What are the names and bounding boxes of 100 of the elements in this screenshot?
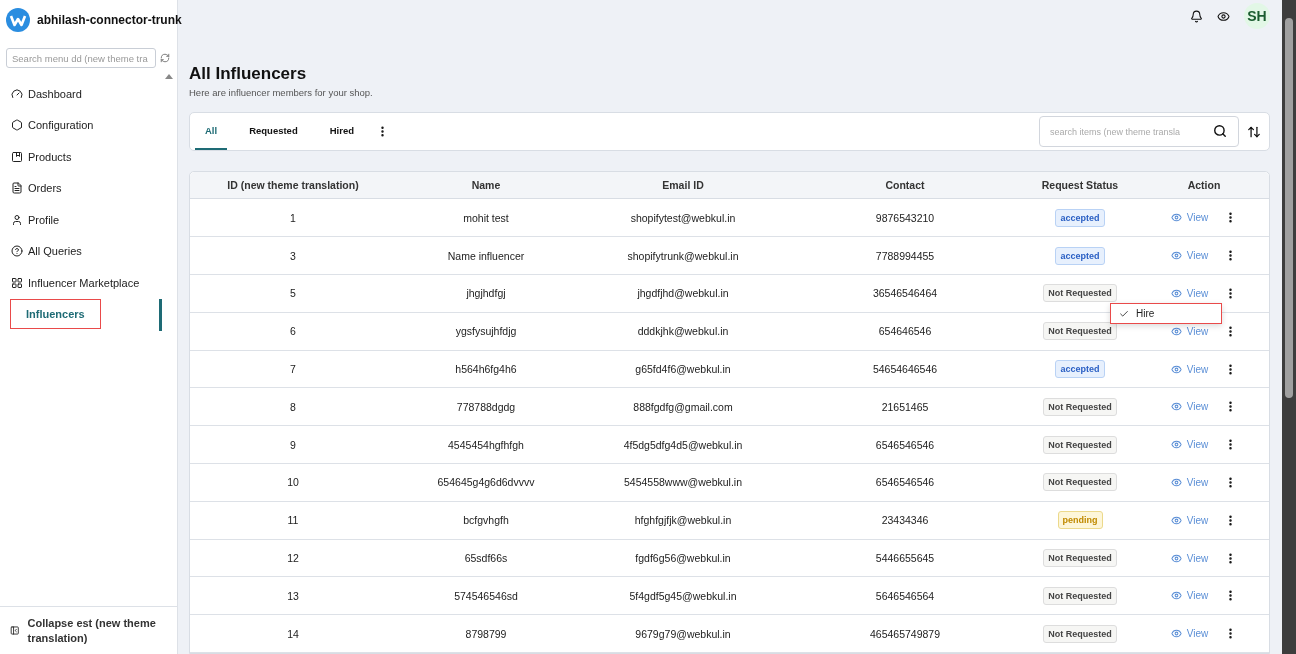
eye-icon: [1170, 552, 1182, 564]
table-cell-text: 7: [289, 362, 297, 377]
table-cell-text: 5454558www@webkul.in: [622, 475, 744, 491]
menu-search-field[interactable]: Search menu dd (new theme tra: [6, 48, 156, 68]
eye-icon: [1170, 628, 1182, 640]
app-title: abhilash-connector-trunk: [37, 13, 182, 27]
view-link[interactable]: View: [1170, 287, 1209, 299]
table-cell-text: fgdf6g56@webkul.in: [634, 551, 732, 566]
table-cell-text: 5646546564: [874, 588, 936, 604]
table-cell-text: 10: [286, 475, 300, 491]
check-icon: [1119, 308, 1129, 319]
logo-icon: [6, 8, 30, 32]
table-cell-text: 9: [289, 437, 297, 453]
table-cell-text: 6546546546: [874, 437, 936, 453]
menu-icon: [11, 276, 23, 289]
status-badge: Not Requested: [1043, 435, 1117, 454]
eye-icon: [1170, 476, 1182, 488]
column-header: Action: [1186, 178, 1222, 194]
eye-icon: [1170, 250, 1182, 262]
sidebar-item[interactable]: Influencer Marketplace: [0, 267, 177, 299]
eye-icon: [1170, 514, 1182, 526]
table-cell-text: shopifytrunk@webkul.in: [626, 248, 740, 264]
bell-icon[interactable]: [1190, 9, 1203, 23]
view-link[interactable]: View: [1170, 514, 1209, 526]
page-subtitle: Here are influencer members for your shop.: [189, 87, 374, 99]
table-cell-text: 65sdf66s: [463, 551, 509, 566]
collapse-label[interactable]: Collapse est (new theme translation): [27, 616, 167, 645]
user-avatar[interactable]: SH: [1244, 3, 1270, 30]
column-header: Contact: [884, 178, 926, 194]
sidebar-item[interactable]: Products: [0, 141, 177, 173]
table-cell-text: 7788994455: [874, 248, 936, 264]
tab[interactable]: All: [195, 113, 228, 151]
status-badge: pending: [1057, 511, 1103, 530]
table-cell-text: 4545454hgfhfgh: [447, 437, 525, 453]
eye-icon: [1170, 212, 1182, 224]
tab[interactable]: Requested: [239, 113, 308, 151]
table-cell-text: 888fgdfg@gmail.com: [632, 399, 734, 415]
sidebar-item[interactable]: Profile: [0, 204, 177, 236]
view-link[interactable]: View: [1170, 552, 1209, 564]
menu-item[interactable]: Hire: [1119, 308, 1155, 320]
menu-icon: [11, 213, 23, 226]
search-icon[interactable]: [1213, 124, 1227, 139]
table-cell-text: 654645g4g6d6dvvvv: [436, 475, 536, 491]
eye-icon: [1170, 287, 1182, 299]
table-cell-text: 11: [286, 513, 300, 529]
column-header: Name: [470, 178, 502, 194]
menu-icon: [11, 87, 23, 100]
scroll-up-icon[interactable]: [165, 74, 173, 79]
column-header: Email ID: [661, 178, 705, 194]
table-cell-text: jhgdfjhd@webkul.in: [636, 286, 730, 302]
status-badge: Not Requested: [1043, 322, 1117, 341]
status-badge: Not Requested: [1043, 549, 1117, 567]
sidebar-item[interactable]: Configuration: [0, 109, 177, 141]
menu-icon: [11, 119, 23, 132]
table-cell-text: 9876543210: [874, 210, 936, 226]
view-link[interactable]: View: [1170, 401, 1209, 413]
menu-icon: [11, 150, 23, 163]
eye-icon: [1170, 401, 1182, 413]
table-cell-text: bcfgvhgfh: [462, 513, 510, 529]
table-cell-text: 3: [289, 248, 297, 264]
status-badge: Not Requested: [1043, 586, 1117, 605]
status-badge: Not Requested: [1043, 473, 1117, 492]
sidebar-item[interactable]: Influencers: [10, 299, 101, 330]
table-cell-text: jhgjhdfgj: [465, 286, 507, 302]
sidebar-item[interactable]: Dashboard: [0, 78, 177, 110]
table-cell-text: ygsfysujhfdjg: [454, 324, 518, 340]
table-cell-text: 5f4gdf5g45@webkul.in: [628, 588, 738, 604]
view-link[interactable]: View: [1170, 363, 1209, 375]
column-header: ID (new theme translation): [226, 178, 360, 194]
view-link[interactable]: View: [1170, 250, 1209, 262]
eye-icon: [1170, 363, 1182, 375]
table-cell-text: 465465749879: [868, 626, 942, 642]
column-header: Request Status: [1040, 178, 1120, 194]
view-link[interactable]: View: [1170, 628, 1209, 640]
view-link[interactable]: View: [1170, 439, 1209, 451]
table-cell-text: 6: [289, 324, 297, 340]
tab[interactable]: Hired: [319, 113, 364, 151]
status-badge: accepted: [1055, 208, 1105, 227]
table-cell-text: 14: [286, 626, 300, 642]
scrollbar[interactable]: [1282, 0, 1296, 654]
refresh-icon[interactable]: [160, 53, 170, 63]
collapse-icon[interactable]: [10, 624, 20, 637]
view-link[interactable]: View: [1170, 212, 1209, 224]
view-link[interactable]: View: [1170, 325, 1209, 337]
active-indicator: [159, 298, 162, 331]
view-link[interactable]: View: [1170, 476, 1209, 488]
table-cell-text: g65fd4f6@webkul.in: [634, 362, 732, 377]
eye-icon[interactable]: [1217, 9, 1230, 23]
table-cell-text: 8798799: [464, 626, 508, 642]
view-link[interactable]: View: [1170, 590, 1209, 602]
page-title: All Influencers: [189, 64, 308, 85]
sidebar-item[interactable]: Orders: [0, 172, 177, 204]
search-field[interactable]: search items (new theme transla: [1039, 116, 1239, 148]
table-cell-text: 54654646546: [871, 362, 939, 377]
table-cell-text: 5: [289, 286, 297, 302]
table-cell-text: 5446655645: [874, 551, 936, 566]
status-badge: Not Requested: [1043, 397, 1117, 416]
status-badge: accepted: [1055, 360, 1105, 378]
sidebar-item[interactable]: All Queries: [0, 235, 177, 267]
status-badge: Not Requested: [1043, 624, 1117, 643]
